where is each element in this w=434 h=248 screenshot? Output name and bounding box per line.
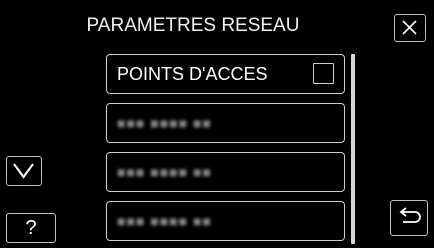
back-button[interactable] xyxy=(390,200,428,236)
page-title: PARAMETRES RESEAU xyxy=(86,15,300,36)
help-label: ? xyxy=(25,217,37,239)
return-arrow-icon xyxy=(399,207,421,223)
help-button[interactable]: ? xyxy=(6,213,56,243)
list-item-label: POINTS D'ACCES xyxy=(117,64,268,84)
scroll-down-button[interactable] xyxy=(6,156,42,186)
close-icon xyxy=(402,20,417,35)
list-item-label: ■■■ ■■■■ ■■ xyxy=(117,164,212,180)
list-item[interactable]: ■■■ ■■■■ ■■ xyxy=(106,201,345,241)
scrollbar[interactable] xyxy=(351,54,355,244)
chevron-down-icon xyxy=(13,163,34,179)
list-item-label: ■■■ ■■■■ ■■ xyxy=(117,213,212,229)
list-item[interactable]: ■■■ ■■■■ ■■ xyxy=(106,103,345,143)
list-item-access-points[interactable]: POINTS D'ACCES xyxy=(106,54,345,94)
close-button[interactable] xyxy=(394,14,426,42)
checkbox[interactable] xyxy=(313,63,334,84)
list-item-label: ■■■ ■■■■ ■■ xyxy=(117,115,212,131)
list-item[interactable]: ■■■ ■■■■ ■■ xyxy=(106,152,345,192)
